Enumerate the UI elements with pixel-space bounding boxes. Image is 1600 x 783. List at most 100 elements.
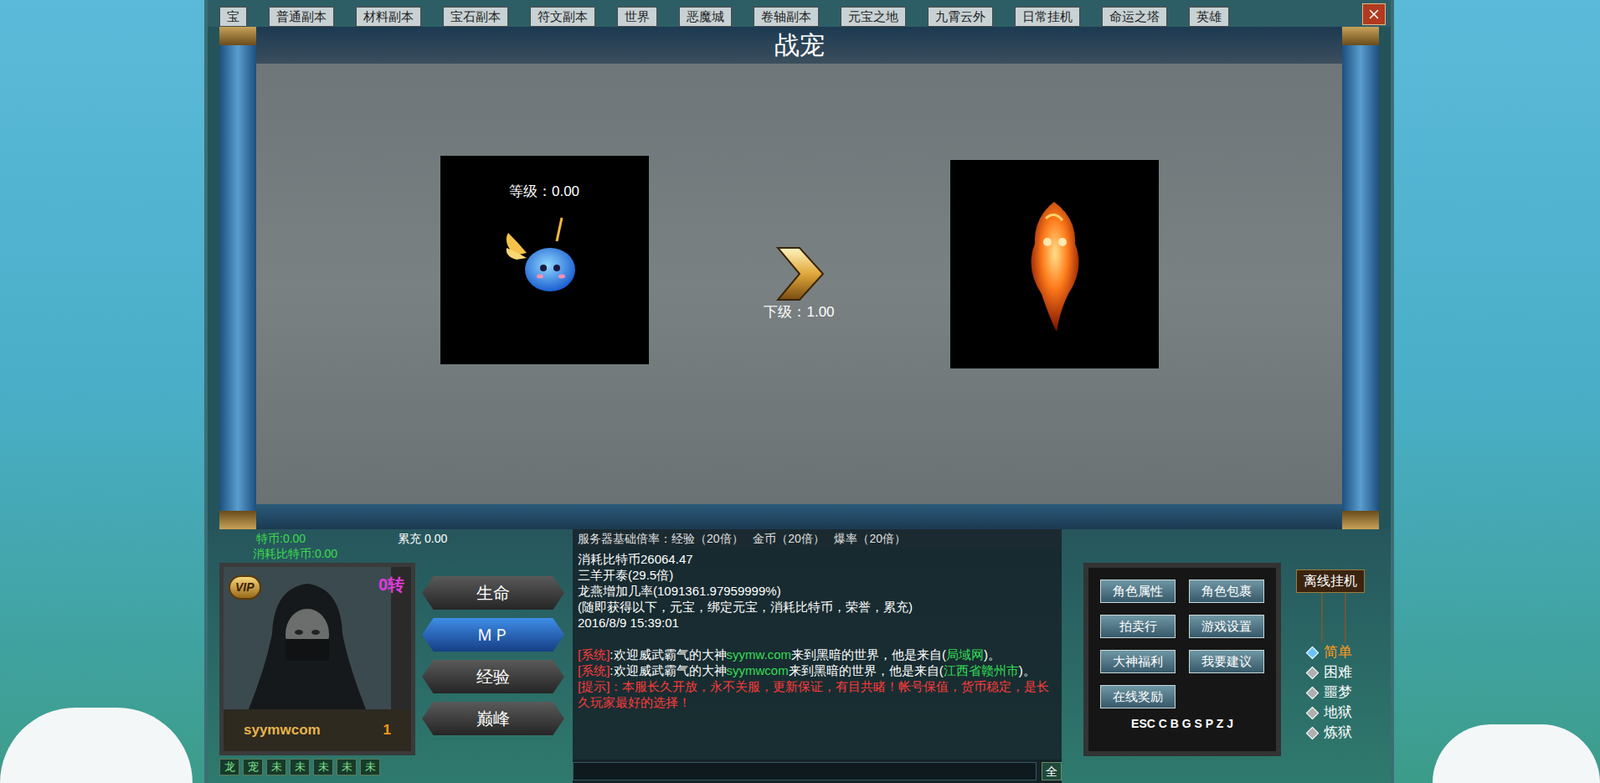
stats: 特币:0.00 累充 0.00 消耗比特币:0.00 [219,529,568,563]
menu-button[interactable]: 大神福利 [1100,649,1176,674]
chat-line [577,630,1057,647]
flame-pet-icon [1008,193,1101,336]
channel-button[interactable]: 全 [1041,761,1062,781]
close-button[interactable] [1362,3,1386,26]
dungeon-tab[interactable]: 英雄 [1188,6,1230,27]
dungeon-tab[interactable]: 九霄云外 [927,6,993,27]
dungeon-tab[interactable]: 符文副本 [529,6,596,27]
left-sky [0,0,205,783]
chat-line: 消耗比特币26064.47 [577,550,1057,567]
vip-badge: VIP [228,575,262,600]
bottom-tab[interactable]: 未 [313,758,334,776]
player-level: 1 [383,719,391,741]
cloud [1432,724,1600,783]
dungeon-tab[interactable]: 恶魔城 [679,6,732,27]
stat-text: 消耗比特币:0.00 [252,545,338,561]
chat-line: [系统]:欢迎威武霸气的大神syymwcom来到黑暗的世界，他是来自(江西省赣州… [577,662,1057,679]
cloud [0,707,193,783]
portrait[interactable]: syymwcom 1 VIP 0转 [219,562,416,756]
bottom-tab[interactable]: 未 [360,758,381,776]
current-pet-card[interactable]: 等级：0.00 [440,155,649,365]
title-strip: 战宠 [256,26,1343,64]
diamond-icon [1306,725,1320,740]
difficulty-option[interactable]: 简单 [1307,643,1353,662]
difficulty-option[interactable]: 困难 [1307,663,1353,682]
pet-area: 等级：0.00 下级：1.00 [256,63,1343,505]
bottom-tab[interactable]: 未 [266,758,287,776]
diamond-icon [1306,685,1320,700]
game-screen: 宝普通副本材料副本宝石副本符文副本世界恶魔城卷轴副本元宝之地九霄云外日常挂机命运… [0,0,1600,783]
menu-button[interactable]: 角色属性 [1100,579,1176,603]
tab-bar: 宝普通副本材料副本宝石副本符文副本世界恶魔城卷轴副本元宝之地九霄云外日常挂机命运… [207,0,1391,27]
chat-header: 服务器基础倍率：经验（20倍） 金币（20倍） 爆率（20倍） [572,529,1062,548]
menu-panel: 角色属性角色包裹拍卖行游戏设置大神福利我要建议在线奖励 ESC C B G S P… [1083,562,1282,757]
dungeon-tab[interactable]: 材料副本 [355,6,422,27]
next-pet-card[interactable] [950,159,1159,369]
action-buttons: 生命 ＭＰ 经验巅峰 [421,562,568,756]
right-roller [1342,26,1379,530]
left-roller [219,26,257,530]
difficulty-list: 简单困难噩梦地狱炼狱 [1296,643,1353,742]
menu-button[interactable]: 游戏设置 [1188,614,1265,638]
action-button[interactable]: ＭＰ [421,617,565,652]
close-icon [1366,6,1382,22]
chat-line: [系统]:欢迎威武霸气的大神syymw.com来到黑暗的世界，他是来自(局域网)… [577,646,1057,663]
difficulty-option[interactable]: 噩梦 [1307,683,1353,702]
next-level: 下级：1.00 [763,303,834,322]
rebirth: 0转 [378,571,405,597]
action-button[interactable]: 生命 [421,576,565,610]
dungeon-tab[interactable]: 元宝之地 [840,6,906,27]
action-button[interactable]: 巅峰 [421,701,565,736]
bottom-tabs: 龙宠未未未未未 [219,755,568,776]
pet-level: 等级：0.00 [509,182,580,201]
difficulty-panel: 离线挂机简单困难噩梦地狱炼狱 [1296,529,1380,783]
chat-line: 三羊开泰(29.5倍) [577,566,1057,583]
player-area: 特币:0.00 累充 0.00 消耗比特币:0.00 syymwcom 1 VIP 0转生命… [219,529,568,783]
scroll-panel: 战宠等级：0.00 下级：1.00 [219,26,1379,530]
chat-line: [提示]：本服长久开放，永不关服，更新保证，有目共睹！帐号保值，货币稳定，是长久… [577,678,1057,710]
stat-text: 特币:0.00 [256,530,306,546]
chat-log: 消耗比特币26064.47三羊开泰(29.5倍)龙燕增加几率(1091361.9… [572,547,1062,760]
bottom-tab[interactable]: 未 [289,758,310,776]
hotkeys: ESC C B G S P Z J [1100,715,1265,733]
upgrade-arrow: 下级：1.00 [648,155,951,322]
difficulty-option[interactable]: 炼狱 [1307,723,1353,742]
right-sky [1394,0,1600,783]
window-title: 战宠 [774,28,825,62]
diamond-icon [1306,645,1320,659]
hud: 特币:0.00 累充 0.00 消耗比特币:0.00 syymwcom 1 VIP 0转生命… [207,529,1391,783]
dungeon-tab[interactable]: 宝 [219,6,247,27]
menu-button[interactable]: 角色包裹 [1188,579,1265,603]
dungeon-tab[interactable]: 普通副本 [268,6,335,27]
chat-line: (随即获得以下，元宝，绑定元宝，消耗比特币，荣誉，累充) [577,598,1057,615]
chat-line: 2016/8/9 15:39:01 [577,614,1057,631]
chat-line: 龙燕增加几率(1091361.97959999%) [577,582,1057,599]
chat-panel: 服务器基础倍率：经验（20倍） 金币（20倍） 爆率（20倍）消耗比特币2606… [572,529,1062,783]
blue-pet-icon [498,209,591,302]
dungeon-tab[interactable]: 日常挂机 [1014,6,1081,27]
menu-button[interactable]: 在线奖励 [1100,684,1176,709]
diamond-icon [1306,665,1320,680]
menu-button[interactable]: 我要建议 [1188,649,1265,674]
bottom-strip [256,504,1343,530]
player-name: syymwcom [243,719,321,741]
difficulty-option[interactable]: 地狱 [1307,703,1353,722]
dungeon-tab[interactable]: 卷轴副本 [753,6,819,27]
action-button[interactable]: 经验 [421,659,565,694]
chat-input-row: 全 [572,759,1062,783]
bottom-tab[interactable]: 龙 [219,758,240,776]
stat-text: 累充 0.00 [397,530,448,546]
menu-button[interactable]: 拍卖行 [1100,614,1176,638]
bottom-tab[interactable]: 未 [336,758,357,776]
diamond-icon [1306,705,1320,720]
chat-input[interactable] [572,761,1037,781]
player-bar: syymwcom 1 [223,709,412,752]
offline-button[interactable]: 离线挂机 [1296,569,1365,593]
scroll-content: 战宠等级：0.00 下级：1.00 [256,26,1343,530]
game-window: 宝普通副本材料副本宝石副本符文副本世界恶魔城卷轴副本元宝之地九霄云外日常挂机命运… [204,0,1395,783]
bottom-tab[interactable]: 宠 [242,758,263,776]
dungeon-tab[interactable]: 世界 [617,6,658,27]
dungeon-tab[interactable]: 命运之塔 [1101,6,1168,27]
ornament [1321,592,1347,644]
dungeon-tab[interactable]: 宝石副本 [442,6,509,27]
